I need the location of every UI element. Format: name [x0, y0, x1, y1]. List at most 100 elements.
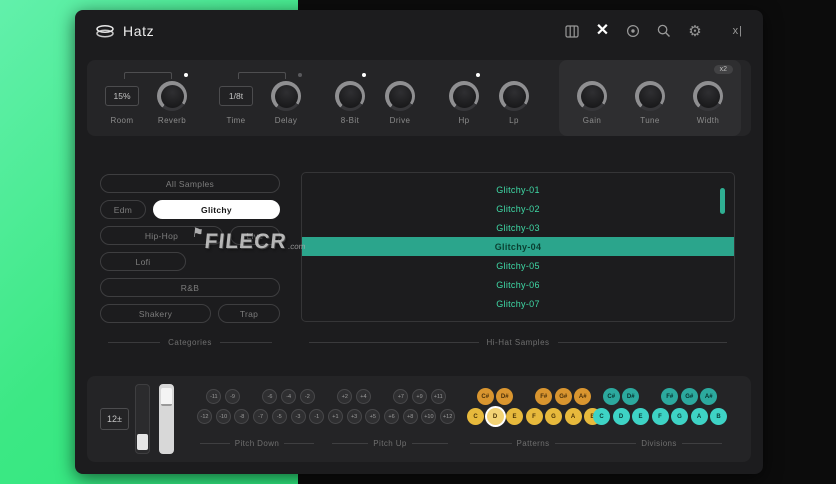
width-knob[interactable] [693, 81, 723, 111]
pitch-button--2[interactable]: -2 [299, 389, 315, 404]
pitch-button--11[interactable]: -11 [206, 389, 222, 404]
pitch-button--4[interactable]: -4 [281, 389, 297, 404]
grid-icon[interactable] [565, 24, 579, 38]
category-pill-shakery[interactable]: Shakery [100, 304, 211, 323]
pitch-button-+6[interactable]: +6 [384, 409, 399, 424]
pattern-note-f[interactable]: F [525, 408, 543, 425]
fader-right[interactable] [159, 384, 174, 454]
gear-icon[interactable]: ⚙ [688, 24, 701, 39]
room-value-box[interactable]: 15% [105, 86, 139, 106]
pitch-button-+9[interactable]: +9 [412, 389, 428, 404]
resize-icon[interactable]: x| [733, 25, 743, 37]
division-note-g[interactable]: G [671, 408, 688, 425]
division-note-a[interactable]: A [690, 408, 708, 425]
pitch-button-+3[interactable]: +3 [346, 409, 362, 424]
reverb-knob[interactable] [157, 81, 187, 111]
category-pill-trap[interactable]: Trap [218, 304, 280, 323]
pitch-button-+10[interactable]: +10 [421, 409, 437, 424]
pitch-button--7[interactable]: -7 [253, 409, 269, 424]
width-label: Width [696, 116, 720, 125]
drive-knob[interactable] [385, 81, 415, 111]
hp-knob[interactable] [449, 81, 479, 111]
fx-group-width: Width [683, 71, 733, 125]
fx-group-8-bit: 8-Bit [325, 71, 375, 125]
fx-groups: 15% Room Reverb 1/8t Time Delay 8-Bit Drive Hp Lp [97, 71, 539, 125]
pitch-button-+11[interactable]: +11 [430, 389, 446, 404]
close-icon[interactable]: ✕ [596, 23, 609, 39]
8-bit-knob[interactable] [335, 81, 365, 111]
pitch-button-+12[interactable]: +12 [440, 409, 456, 424]
pitch-button-+1[interactable]: +1 [327, 409, 343, 424]
category-pill-edm[interactable]: Edm [100, 200, 146, 219]
pattern-note-a[interactable]: A [564, 408, 582, 425]
pitch-button--6[interactable]: -6 [262, 389, 278, 404]
category-pill-lofi[interactable]: Lofi [100, 252, 186, 271]
division-note-d-[interactable]: D# [622, 388, 640, 405]
pitch-button-+2[interactable]: +2 [337, 389, 353, 404]
division-note-c-[interactable]: C# [602, 388, 620, 405]
search-icon[interactable] [657, 24, 671, 38]
gain-knob[interactable] [577, 81, 607, 111]
bottom-panel: 12± -12 -10 -8 -7 -5 -3 -1 +1 +3 +5 +6 +8 +10 +12 -11-… [87, 376, 751, 462]
pitch-button--1[interactable]: -1 [309, 409, 325, 424]
pattern-note-c[interactable]: C [467, 408, 484, 425]
category-list: All Samples Edm Glitchy Hip-Hop Live Lofi R&B S… [100, 174, 280, 330]
pattern-note-d[interactable]: D [486, 408, 504, 425]
division-note-f[interactable]: F [651, 408, 669, 425]
semitone-range-box[interactable]: 12± [100, 408, 129, 430]
pattern-note-a-[interactable]: A# [574, 388, 592, 405]
pitch-button--12[interactable]: -12 [197, 409, 212, 424]
category-pill-r-b[interactable]: R&B [100, 278, 280, 297]
pitch-button-+4[interactable]: +4 [355, 389, 371, 404]
fader-handle[interactable] [137, 434, 148, 450]
pitch-button--8[interactable]: -8 [234, 409, 250, 424]
tune-label: Tune [640, 116, 660, 125]
time-value-box[interactable]: 1/8t [219, 86, 253, 106]
delay-knob[interactable] [271, 81, 301, 111]
division-note-f-[interactable]: F# [661, 388, 679, 405]
pitch-button--5[interactable]: -5 [271, 409, 287, 424]
sample-row[interactable]: Glitchy-02 [302, 199, 734, 218]
pattern-note-d-[interactable]: D# [496, 388, 514, 405]
pitch-button-+5[interactable]: +5 [365, 409, 381, 424]
record-icon[interactable] [626, 24, 640, 38]
pattern-note-g[interactable]: G [545, 408, 562, 425]
division-note-a-[interactable]: A# [700, 388, 718, 405]
hihat-logo-icon [95, 23, 115, 39]
category-pill-live[interactable]: Live [230, 226, 280, 245]
tune-knob[interactable] [635, 81, 665, 111]
pitch-button-+8[interactable]: +8 [402, 409, 418, 424]
division-note-g-[interactable]: G# [680, 388, 698, 405]
sample-row[interactable]: Glitchy-05 [302, 256, 734, 275]
sample-row[interactable]: Glitchy-04 [302, 237, 734, 256]
sample-row[interactable]: Glitchy-01 [302, 180, 734, 199]
fader-left[interactable] [135, 384, 150, 454]
division-note-c[interactable]: C [593, 408, 610, 425]
sample-row[interactable]: Glitchy-06 [302, 275, 734, 294]
led-indicator [362, 73, 366, 77]
hatz-plugin-window: Hatz ✕ ⚙ x| 15% Room Reverb 1/8t Time De… [75, 10, 763, 474]
pattern-note-e[interactable]: E [506, 408, 523, 425]
division-note-e[interactable]: E [632, 408, 649, 425]
category-row: Hip-Hop Live [100, 226, 280, 245]
sample-row[interactable]: Glitchy-03 [302, 218, 734, 237]
pattern-note-g-[interactable]: G# [554, 388, 572, 405]
fader-handle[interactable] [161, 388, 172, 406]
pitch-button--10[interactable]: -10 [215, 409, 231, 424]
led-indicator [476, 73, 480, 77]
division-note-b[interactable]: B [710, 408, 727, 425]
category-pill-glitchy[interactable]: Glitchy [153, 200, 280, 219]
category-pill-hip-hop[interactable]: Hip-Hop [100, 226, 223, 245]
pattern-note-f-[interactable]: F# [535, 388, 553, 405]
patterns-label: Patterns [465, 439, 601, 448]
lp-knob[interactable] [499, 81, 529, 111]
pitch-button--3[interactable]: -3 [290, 409, 306, 424]
category-row: Edm Glitchy [100, 200, 280, 219]
division-note-d[interactable]: D [612, 408, 630, 425]
pattern-note-c-[interactable]: C# [476, 388, 494, 405]
category-pill-all-samples[interactable]: All Samples [100, 174, 280, 193]
pitch-button--9[interactable]: -9 [225, 389, 241, 404]
sample-scrollbar[interactable] [720, 188, 725, 214]
sample-row[interactable]: Glitchy-07 [302, 294, 734, 313]
pitch-button-+7[interactable]: +7 [393, 389, 409, 404]
